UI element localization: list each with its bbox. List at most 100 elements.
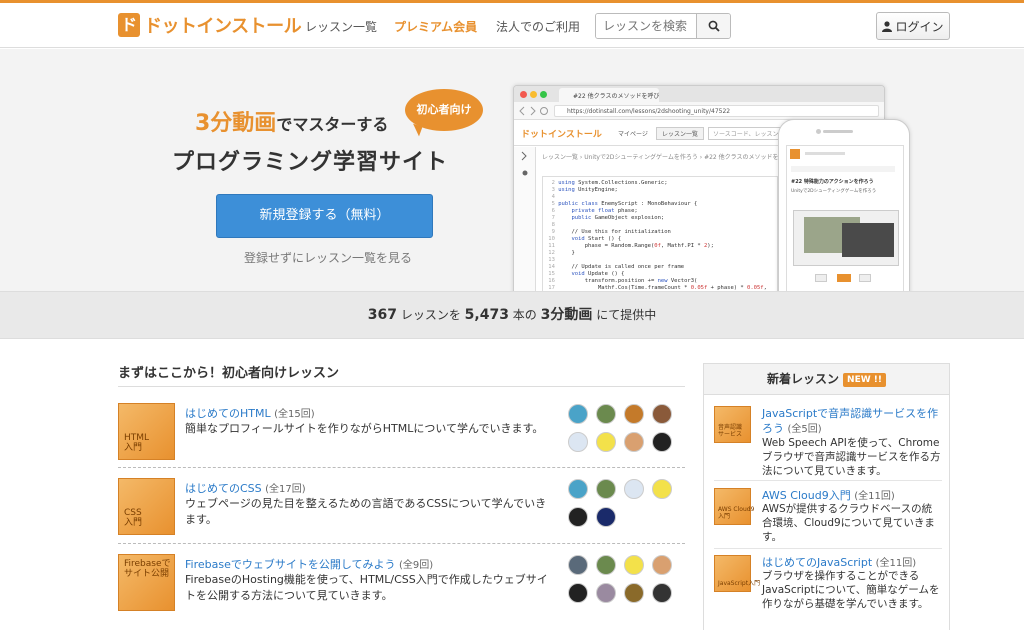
avatar-icon[interactable] (624, 583, 644, 603)
maximize-dot-icon (540, 91, 547, 98)
avatar-icon[interactable] (652, 432, 672, 452)
lesson-title[interactable]: はじめてのCSS (185, 482, 262, 495)
signup-button[interactable]: 新規登録する（無料） (216, 194, 433, 238)
login-button[interactable]: ログイン (876, 12, 950, 40)
nav-corporate-link[interactable]: 法人でのご利用 (496, 18, 580, 35)
videos-highlight: 3分動画 (540, 307, 593, 323)
new-lesson-count: (全11回) (875, 558, 917, 569)
lesson-count: (全17回) (265, 484, 306, 495)
avatar-icon[interactable] (568, 583, 588, 603)
mock-code-editor: 2 using System.Collections.Generic; 3 us… (542, 176, 778, 291)
lesson-thumbnail[interactable]: CSS 入門 (118, 478, 175, 535)
new-lesson-thumb-label: JavaScript入門 (718, 580, 761, 587)
minimize-dot-icon (530, 91, 537, 98)
lesson-thumbnail[interactable]: Firebaseで サイト公開 (118, 554, 175, 611)
new-lesson-thumbnail[interactable]: AWS Cloud9 入門 (714, 488, 755, 525)
lesson-title[interactable]: はじめてのHTML (185, 407, 271, 420)
phone-next-button (859, 274, 871, 282)
avatar-icon[interactable] (596, 404, 616, 424)
avatar-icon[interactable] (624, 479, 644, 499)
section-divider (118, 386, 685, 387)
mock-code: 2 using System.Collections.Generic; 3 us… (545, 180, 767, 291)
new-lessons-header: 新着レッスン NEW !! (704, 364, 949, 395)
lesson-description: 簡単なプロフィールサイトを作りながらHTMLについて学んでいきます。 (185, 422, 544, 435)
browser-tab: #22 他クラスのメソッドを呼び出... (559, 88, 659, 102)
avatar-icon[interactable] (624, 432, 644, 452)
avatar-icon[interactable] (652, 555, 672, 575)
avatar-icon[interactable] (568, 479, 588, 499)
hero-headline-rest: でマスターする (276, 115, 389, 134)
new-lessons-panel: 新着レッスン NEW !! 音声認識 サービス JavaScriptで音声認識サー… (703, 363, 950, 630)
avatar-icon[interactable] (652, 404, 672, 424)
stats-bar: 367 レッスンを 5,473 本の 3分動画 にて提供中 (0, 291, 1024, 339)
new-lesson-title[interactable]: はじめてのJavaScript (762, 556, 872, 569)
lesson-divider (118, 543, 685, 544)
phone-screen: #22 特殊能力のアクションを作ろう Unityで2Dシューティングゲームを作ろ… (786, 145, 904, 291)
new-lesson-thumbnail[interactable]: 音声認識 サービス (714, 406, 751, 443)
avatar-icon[interactable] (568, 432, 588, 452)
avatar-icon[interactable] (652, 479, 672, 499)
phone-logo-icon (790, 149, 800, 159)
search-input[interactable] (596, 14, 696, 38)
lesson-title[interactable]: Firebaseでウェブサイトを公開してみよう (185, 558, 396, 571)
browse-lessons-link[interactable]: 登録せずにレッスン一覧を見る (244, 249, 412, 266)
mock-sidebar-icons (521, 151, 528, 176)
close-dot-icon (520, 91, 527, 98)
mock-sidebar (514, 147, 536, 291)
avatar-icon[interactable] (596, 479, 616, 499)
stats-suffix: にて提供中 (596, 308, 657, 322)
user-icon (882, 20, 893, 32)
new-lesson-thumb-label: 音声認識 サービス (718, 424, 743, 438)
site-logo[interactable]: ド ドットインストール (118, 12, 302, 38)
lesson-title-link[interactable]: Firebaseでウェブサイトを公開してみよう (全9回) (185, 556, 433, 572)
new-lesson-title[interactable]: AWS Cloud9入門 (762, 489, 851, 502)
nav-lessons-link[interactable]: レッスン一覧 (305, 18, 377, 35)
beginner-section-title: まずはここから！初心者向けレッスン (118, 366, 340, 381)
phone-mockup: #22 特殊能力のアクションを作ろう Unityで2Dシューティングゲームを作ろ… (778, 119, 910, 291)
logo-text: ドットインストール (144, 16, 302, 37)
new-lesson-count: (全5回) (787, 424, 822, 435)
avatar-icon[interactable] (652, 583, 672, 603)
lesson-thumbnail[interactable]: HTML 入門 (118, 403, 175, 460)
lesson-description: ウェブページの見た目を整えるための言語であるCSSについて学んでいきます。 (185, 497, 547, 526)
lesson-divider (118, 467, 685, 468)
lesson-title-link[interactable]: はじめてのCSS (全17回) (185, 480, 306, 496)
new-lesson-description: Web Speech APIを使って、Chromeブラウザで音声認識サービスを作… (762, 437, 941, 477)
avatar-icon[interactable] (596, 555, 616, 575)
avatar-icon[interactable] (568, 404, 588, 424)
new-lesson-thumbnail[interactable]: JavaScript入門 (714, 555, 760, 592)
phone-speaker-icon (823, 130, 853, 133)
new-lessons-title: 新着レッスン (767, 372, 840, 386)
site-header: ド ドットインストール レッスン一覧 プレミアム会員 法人でのご利用 ログイン (0, 3, 1024, 48)
phone-lesson-title: #22 特殊能力のアクションを作ろう (791, 179, 874, 185)
avatar-icon[interactable] (596, 507, 616, 527)
new-lesson-count: (全11回) (854, 491, 895, 502)
new-lesson-thumb-label: AWS Cloud9 入門 (718, 506, 755, 520)
nav-premium-link[interactable]: プレミアム会員 (394, 18, 477, 35)
lesson-count: (全15回) (274, 409, 315, 420)
browser-nav-icons (519, 106, 548, 116)
new-lesson-title-link[interactable]: JavaScriptで音声認識サービスを作ろう (全5回) (762, 406, 942, 437)
mock-nav-mypage: マイページ (618, 131, 648, 138)
mock-site-logo: ドットインストール (521, 130, 602, 140)
browser-url: https://dotinstall.com/lessons/2dshootin… (554, 105, 879, 117)
lesson-thumb-label: CSS 入門 (124, 508, 143, 528)
lesson-title-link[interactable]: はじめてのHTML (全15回) (185, 405, 315, 421)
avatar-icon[interactable] (624, 404, 644, 424)
lesson-thumb-label: Firebaseで サイト公開 (124, 559, 171, 579)
hero-highlight: 3分動画 (195, 111, 277, 136)
videos-count: 5,473 (464, 307, 509, 323)
new-lesson-description: ブラウザを操作することができるJavaScriptについて、簡単なゲームを作りな… (762, 570, 940, 610)
lesson-thumb-label: HTML 入門 (124, 433, 150, 453)
phone-crumb-line (791, 166, 895, 172)
avatar-icon[interactable] (568, 507, 588, 527)
browser-tabbar: #22 他クラスのメソッドを呼び出... (514, 86, 884, 102)
search-button[interactable] (696, 14, 730, 38)
avatar-icon[interactable] (596, 432, 616, 452)
avatar-icon[interactable] (596, 583, 616, 603)
avatar-icon[interactable] (568, 555, 588, 575)
search-box (595, 13, 731, 39)
mock-nav-lessons: レッスン一覧 (656, 127, 705, 140)
phone-video-player (793, 210, 899, 266)
avatar-icon[interactable] (624, 555, 644, 575)
